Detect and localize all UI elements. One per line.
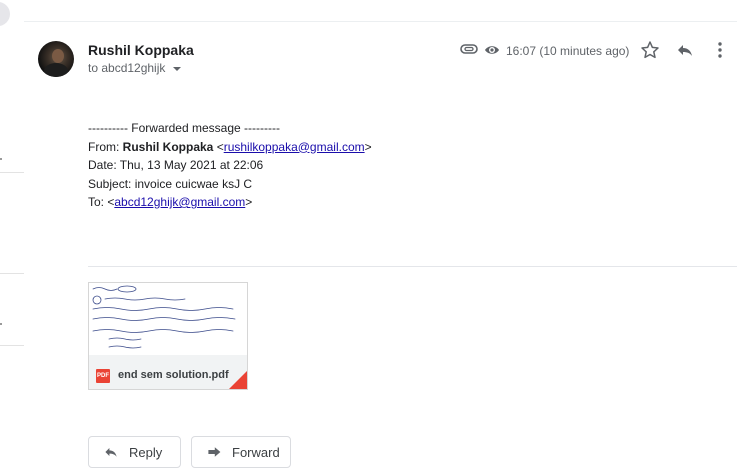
attachments-divider [88, 266, 737, 267]
attachment-filename: end sem solution.pdf [118, 369, 229, 381]
reply-icon [105, 448, 117, 457]
recipient-line[interactable]: to abcd12ghijk [88, 61, 182, 75]
message-timestamp: 16:07 (10 minutes ago) [506, 44, 630, 58]
forward-header: ---------- Forwarded message --------- [88, 121, 280, 135]
forward-button-label: Forward [232, 444, 280, 460]
forward-icon [208, 447, 221, 457]
sender-avatar[interactable] [38, 41, 74, 77]
more-vert-icon[interactable] [714, 40, 726, 60]
sidebar-mark [0, 158, 2, 160]
message-body: ---------- Forwarded message --------- F… [88, 119, 372, 212]
attachment-card[interactable]: PDF end sem solution.pdf [88, 282, 248, 390]
forward-subject-line: Subject: invoice cuicwae ksJ C [88, 176, 253, 191]
reply-icon[interactable] [675, 40, 695, 60]
thread-divider [24, 21, 737, 22]
recipient-label: to abcd12ghijk [88, 61, 166, 75]
forward-button[interactable]: Forward [191, 436, 291, 468]
attachment-preview [89, 283, 247, 355]
forward-from-name: Rushil Koppaka [122, 139, 214, 154]
eye-icon [485, 46, 499, 54]
reply-button-label: Reply [129, 444, 163, 460]
forward-from-line: From: Rushil Koppaka <rushilkoppaka@gmai… [88, 139, 372, 154]
to-email-link[interactable]: abcd12ghijk@gmail.com [114, 195, 245, 209]
pdf-icon: PDF [96, 369, 110, 383]
sidebar-divider [0, 345, 24, 346]
star-icon[interactable] [640, 40, 660, 60]
pdf-corner-fold [229, 371, 247, 389]
chevron-down-icon[interactable] [173, 67, 182, 71]
sidebar-divider [0, 273, 24, 274]
from-email-link[interactable]: rushilkoppaka@gmail.com [224, 140, 365, 154]
sender-name[interactable]: Rushil Koppaka [88, 42, 194, 58]
sidebar-divider [0, 172, 24, 173]
forward-to-line: To: <abcd12ghijk@gmail.com> [88, 195, 253, 209]
reply-button[interactable]: Reply [88, 436, 181, 468]
sidebar-mark [0, 323, 2, 325]
left-sidebar-edge [0, 0, 24, 476]
paperclip-icon [460, 44, 478, 54]
forward-date-line: Date: Thu, 13 May 2021 at 22:06 [88, 158, 264, 172]
sidebar-pill [0, 2, 10, 26]
